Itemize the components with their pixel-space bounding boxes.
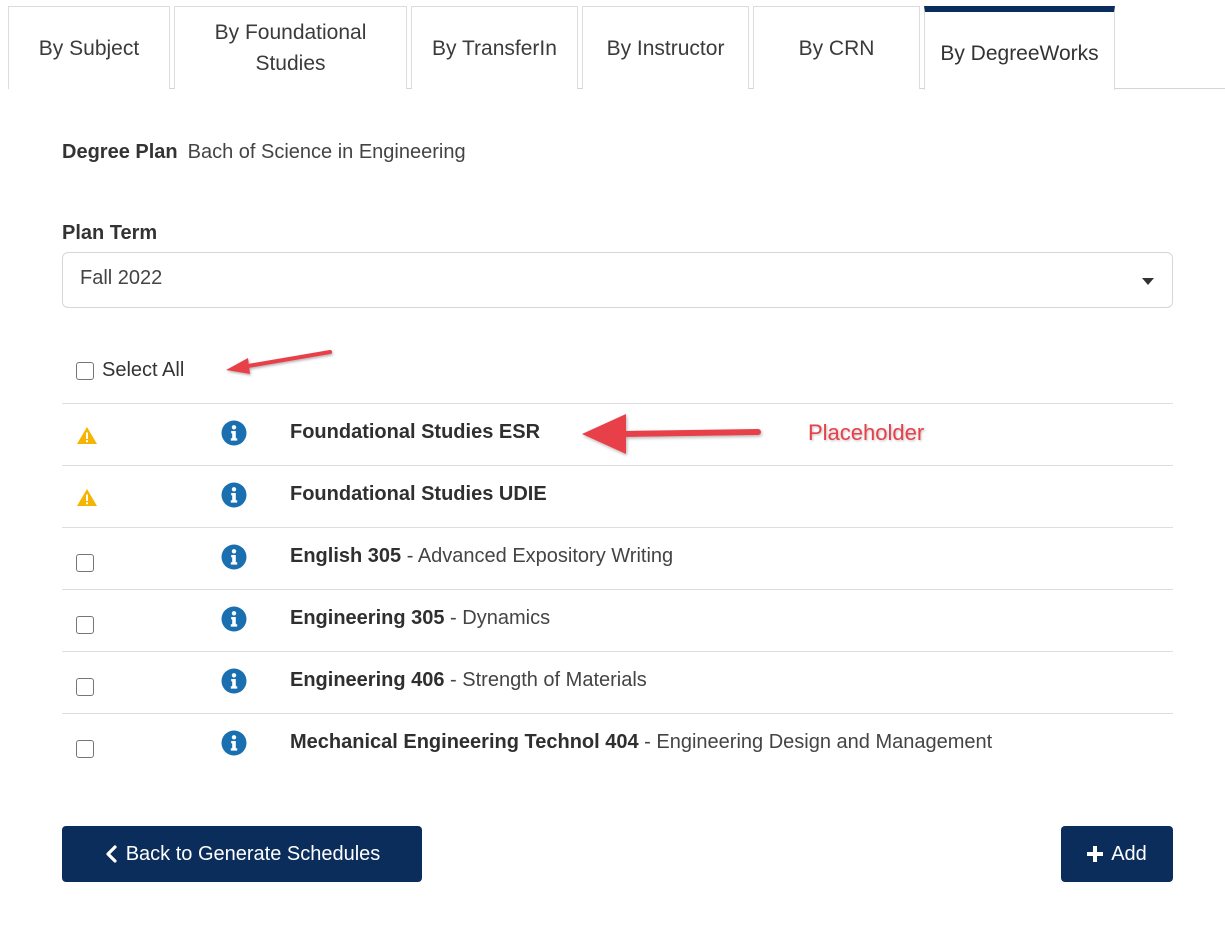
info-icon[interactable] [221, 730, 247, 756]
tab-label: By Instructor [606, 36, 725, 60]
list-item: Foundational Studies UDIE [62, 465, 1173, 527]
checkbox-cell [76, 611, 98, 634]
course-title: English 305 - Advanced Expository Writin… [290, 545, 673, 568]
chevron-left-icon [104, 845, 118, 863]
course-checkbox[interactable] [76, 616, 94, 634]
checkbox-cell [76, 673, 98, 696]
checkbox-cell [76, 549, 98, 572]
course-code: Engineering 406 [290, 669, 445, 691]
plan-term-label: Plan Term [62, 222, 158, 244]
degree-plan: Degree Plan Bach of Science in Engineerin… [62, 138, 466, 166]
back-button-label: Back to Generate Schedules [125, 842, 381, 865]
annotation-arrow-icon [582, 414, 761, 454]
course-title: Foundational Studies UDIE [290, 483, 547, 506]
course-checkbox[interactable] [76, 554, 94, 572]
tab-by-foundational-studies[interactable]: By Foundational Studies [174, 6, 407, 89]
search-tabs: By Subject By Foundational Studies By Tr… [0, 0, 1225, 90]
tab-label: By DegreeWorks [940, 41, 1099, 65]
warning-icon [76, 487, 98, 509]
course-list: Foundational Studies ESR Foundational St… [62, 403, 1173, 775]
info-icon[interactable] [221, 544, 247, 570]
info-icon[interactable] [221, 668, 247, 694]
info-icon[interactable] [221, 482, 247, 508]
course-desc: - Strength of Materials [444, 669, 647, 691]
course-checkbox[interactable] [76, 740, 94, 758]
course-title: Mechanical Engineering Technol 404 - Eng… [290, 731, 992, 754]
course-desc: - Engineering Design and Management [638, 731, 993, 753]
course-code: Engineering 305 [290, 607, 445, 629]
course-code: Foundational Studies ESR [290, 421, 541, 443]
tab-label: By Foundational Studies [214, 21, 367, 75]
chevron-down-icon [1142, 278, 1154, 285]
course-checkbox[interactable] [76, 678, 94, 696]
tab-by-subject[interactable]: By Subject [8, 6, 170, 89]
course-title: Engineering 406 - Strength of Materials [290, 669, 647, 692]
tab-label: By Subject [38, 36, 140, 60]
annotation-label: Placeholder [808, 420, 925, 445]
course-title: Engineering 305 - Dynamics [290, 607, 550, 630]
list-item: English 305 - Advanced Expository Writin… [62, 527, 1173, 589]
tab-label: By CRN [798, 36, 875, 60]
list-item: Engineering 305 - Dynamics [62, 589, 1173, 651]
degree-plan-value: Bach of Science in Engineering [187, 141, 466, 163]
add-button-label: Add [1111, 842, 1147, 865]
plan-term-value: Fall 2022 [80, 267, 163, 289]
list-item: Mechanical Engineering Technol 404 - Eng… [62, 713, 1173, 775]
tab-by-crn[interactable]: By CRN [753, 6, 920, 89]
select-all[interactable]: Select All [76, 359, 184, 382]
plan-term-select[interactable]: Fall 2022 [62, 252, 1173, 308]
add-button[interactable]: Add [1061, 826, 1173, 882]
plus-icon [1087, 846, 1104, 862]
degree-plan-label: Degree Plan [62, 141, 178, 163]
back-to-generate-schedules-button[interactable]: Back to Generate Schedules [62, 826, 422, 882]
info-icon[interactable] [221, 420, 247, 446]
info-icon[interactable] [221, 606, 247, 632]
course-code: Mechanical Engineering Technol 404 [290, 731, 639, 753]
course-code: Foundational Studies UDIE [290, 483, 547, 505]
course-desc: - Advanced Expository Writing [401, 545, 674, 567]
tab-label: By TransferIn [432, 36, 557, 60]
course-title: Foundational Studies ESR [290, 421, 540, 444]
course-desc: - Dynamics [444, 607, 551, 629]
warning-icon [76, 425, 98, 447]
course-code: English 305 [290, 545, 402, 567]
checkbox-cell [76, 735, 98, 758]
tab-by-degreeworks[interactable]: By DegreeWorks [924, 6, 1115, 90]
list-item: Engineering 406 - Strength of Materials [62, 651, 1173, 713]
select-all-label: Select All [102, 359, 185, 381]
select-all-checkbox[interactable] [76, 361, 94, 380]
tab-by-instructor[interactable]: By Instructor [582, 6, 749, 89]
annotation-arrow-icon [226, 350, 332, 374]
tab-by-transferin[interactable]: By TransferIn [411, 6, 578, 89]
